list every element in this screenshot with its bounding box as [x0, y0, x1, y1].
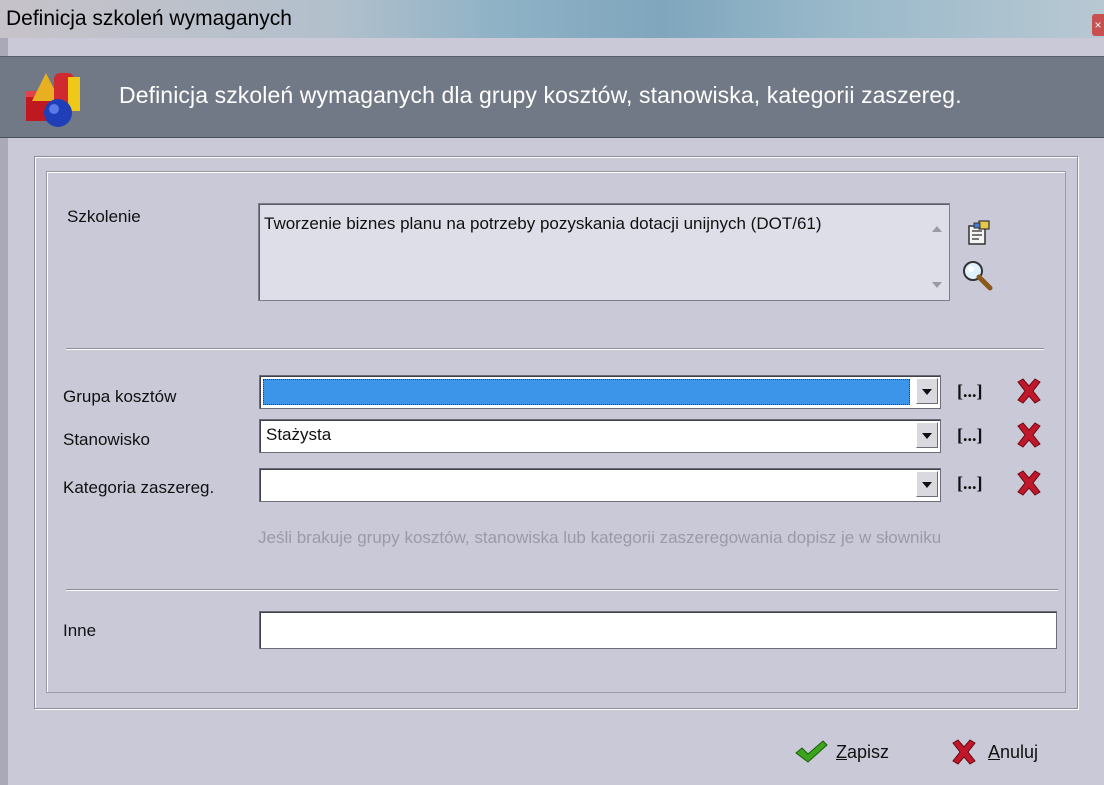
cancel-accel: A — [988, 741, 1001, 762]
search-icon[interactable] — [960, 258, 994, 292]
grupa-kosztow-select[interactable] — [259, 375, 941, 409]
save-button[interactable]: Zapisz — [794, 735, 889, 769]
szkolenie-memo[interactable]: Tworzenie biznes planu na potrzeby pozys… — [258, 203, 950, 301]
save-accel: Z — [836, 741, 847, 762]
window-title: Definicja szkoleń wymaganych — [6, 7, 292, 30]
checkmark-icon — [795, 740, 828, 763]
window-border — [0, 38, 8, 785]
shapes-logo-icon — [26, 73, 80, 127]
chevron-down-icon[interactable] — [916, 422, 938, 448]
properties-icon[interactable] — [963, 218, 993, 248]
separator — [66, 348, 1044, 350]
title-bar[interactable]: Definicja szkoleń wymaganych × — [0, 0, 1104, 38]
stanowisko-label: Stanowisko — [63, 430, 150, 449]
stanowisko-browse-button[interactable]: [...] — [957, 425, 983, 446]
cancel-x-icon — [952, 739, 976, 765]
stanowisko-value: Stażysta — [266, 425, 332, 444]
grupa-kosztow-browse-button[interactable]: [...] — [957, 381, 983, 402]
scroll-down-icon[interactable] — [932, 282, 942, 288]
separator — [66, 589, 1058, 591]
chevron-down-icon[interactable] — [916, 471, 938, 497]
cancel-button[interactable]: Anuluj — [948, 735, 1038, 769]
szkolenie-value: Tworzenie biznes planu na potrzeby pozys… — [264, 214, 822, 233]
szkolenie-label: Szkolenie — [67, 207, 141, 226]
grupa-kosztow-clear-icon[interactable] — [1014, 377, 1044, 405]
scroll-up-icon[interactable] — [932, 226, 942, 232]
stanowisko-select[interactable]: Stażysta — [259, 419, 941, 453]
chevron-down-icon[interactable] — [916, 378, 938, 404]
inne-label: Inne — [63, 621, 97, 640]
kategoria-clear-icon[interactable] — [1014, 469, 1044, 497]
inne-input[interactable] — [259, 611, 1057, 649]
dialog-header: Definicja szkoleń wymaganych dla grupy k… — [0, 56, 1104, 138]
kategoria-label: Kategoria zaszereg. — [63, 478, 215, 497]
grupa-kosztow-value — [263, 379, 910, 405]
kategoria-browse-button[interactable]: [...] — [957, 473, 983, 494]
cancel-label: Anuluj — [988, 741, 1039, 762]
stanowisko-clear-icon[interactable] — [1014, 421, 1044, 449]
memo-scrollbar[interactable] — [927, 206, 947, 298]
save-label: Zapisz — [836, 741, 890, 762]
kategoria-select[interactable] — [259, 468, 941, 502]
grupa-kosztow-label: Grupa kosztów — [63, 387, 177, 406]
header-title: Definicja szkoleń wymaganych dla grupy k… — [119, 82, 962, 108]
dictionary-hint: Jeśli brakuje grupy kosztów, stanowiska … — [258, 528, 942, 547]
close-icon[interactable]: × — [1092, 14, 1104, 36]
